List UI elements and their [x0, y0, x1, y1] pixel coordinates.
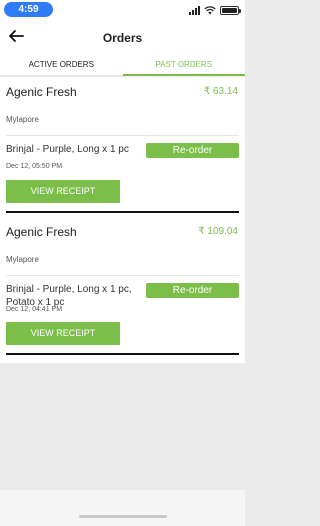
past-orders-list: Agenic Fresh ₹ 63.14 Mylapore Brinjal - … — [0, 77, 245, 363]
view-receipt-button[interactable]: VIEW RECEIPT — [6, 322, 120, 345]
store-name: Agenic Fresh — [6, 85, 77, 99]
tab-active-orders[interactable]: ACTIVE ORDERS — [0, 56, 123, 75]
tab-past-orders[interactable]: PAST ORDERS — [122, 56, 246, 76]
store-location: Mylapore — [6, 255, 39, 264]
status-icons — [189, 4, 241, 16]
order-card: Agenic Fresh ₹ 63.14 Mylapore Brinjal - … — [0, 77, 245, 217]
reorder-button[interactable]: Re-order — [146, 143, 239, 158]
home-indicator[interactable] — [79, 515, 167, 518]
order-date: Dec 12, 05:50 PM — [6, 163, 63, 170]
orders-tabs: ACTIVE ORDERS PAST ORDERS — [0, 56, 245, 76]
page-title: Orders — [102, 31, 143, 45]
store-location: Mylapore — [6, 115, 39, 124]
bottom-bar — [0, 490, 245, 526]
status-time: 4:59 — [4, 2, 53, 17]
order-separator — [6, 353, 239, 355]
order-separator — [6, 211, 239, 213]
order-date: Dec 12, 04:41 PM — [6, 306, 63, 313]
order-items: Brinjal - Purple, Long x 1 pc — [6, 144, 129, 155]
order-amount: ₹ 63.14 — [203, 86, 238, 97]
divider — [6, 275, 239, 276]
store-name: Agenic Fresh — [6, 225, 77, 239]
view-receipt-button[interactable]: VIEW RECEIPT — [6, 180, 120, 203]
header: Orders — [0, 20, 245, 56]
order-card: Agenic Fresh ₹ 109.04 Mylapore Brinjal -… — [0, 217, 245, 363]
reorder-button[interactable]: Re-order — [146, 283, 239, 298]
divider — [6, 135, 239, 136]
order-amount: ₹ 109.04 — [198, 226, 238, 237]
signal-icon — [189, 5, 200, 15]
wifi-icon — [204, 5, 216, 14]
status-bar: 4:59 — [0, 0, 245, 20]
battery-icon — [220, 5, 241, 15]
